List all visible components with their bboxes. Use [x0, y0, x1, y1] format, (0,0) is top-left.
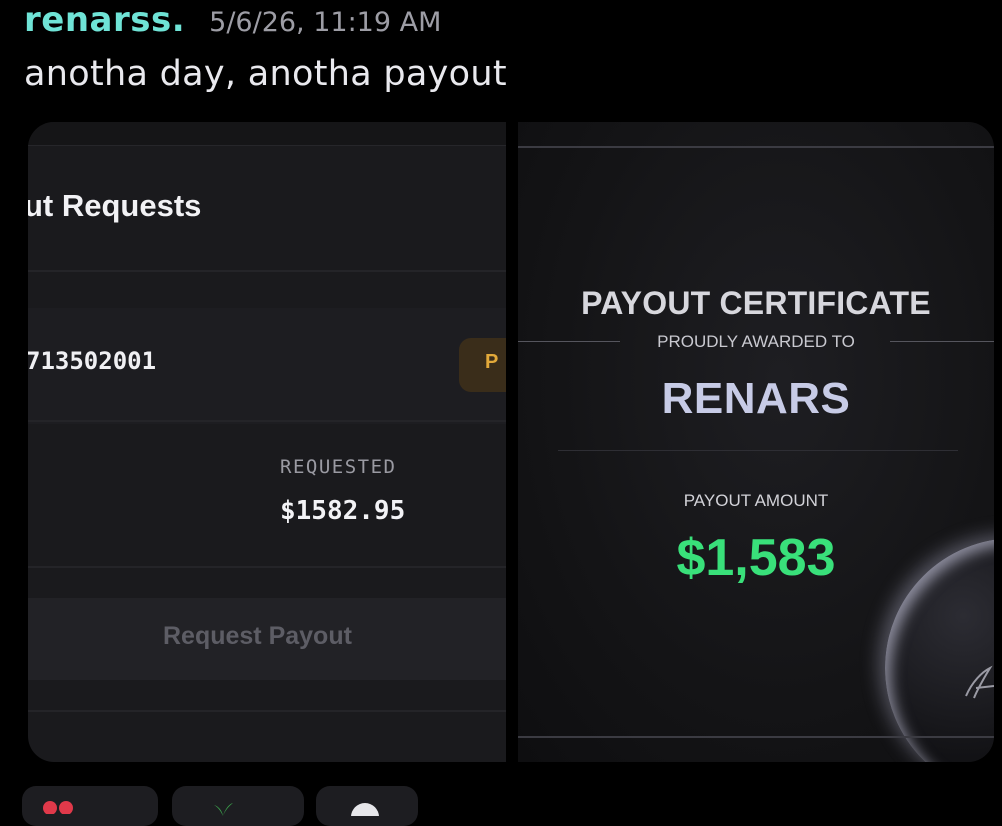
username[interactable]: renarss.	[24, 0, 185, 40]
divider	[28, 420, 506, 422]
add-reaction-icon	[351, 803, 379, 816]
request-payout-button[interactable]: Request Payout	[28, 598, 506, 680]
reaction-plant[interactable]	[172, 786, 304, 826]
page-title: ut Requests	[28, 188, 202, 223]
recipient-name: RENARS	[661, 374, 851, 423]
plant-icon	[214, 803, 233, 816]
divider	[558, 450, 958, 451]
requested-label: REQUESTED	[280, 456, 397, 478]
message-header: renarss. 5/6/26, 11:19 AM	[24, 0, 441, 40]
awarded-label: PROUDLY AWARDED TO	[657, 332, 855, 351]
attachment-payout-certificate[interactable]: PAYOUT CERTIFICATE PROUDLY AWARDED TO RE…	[518, 122, 994, 762]
reaction-heart-eyes[interactable]	[22, 786, 158, 826]
signature-mark	[965, 665, 994, 699]
attachment-payout-requests[interactable]: ut Requests 713502001 P REQUESTED $1582.…	[28, 122, 506, 762]
add-reaction-button[interactable]	[316, 786, 418, 826]
request-payout-label: Request Payout	[163, 622, 352, 650]
cert-top-rule	[518, 146, 994, 148]
status-badge: P	[459, 338, 506, 392]
divider	[28, 566, 506, 568]
requested-amount: $1582.95	[280, 496, 406, 526]
timestamp: 5/6/26, 11:19 AM	[209, 7, 442, 38]
app-top-strip	[28, 122, 506, 146]
chat-message: renarss. 5/6/26, 11:19 AM anotha day, an…	[0, 0, 1002, 826]
certificate-title: PAYOUT CERTIFICATE	[581, 285, 931, 321]
status-badge-label: P	[485, 351, 499, 373]
amount-label: PAYOUT AMOUNT	[683, 491, 829, 510]
divider	[28, 710, 506, 712]
cert-bottom-rule	[518, 736, 994, 738]
message-content: anotha day, anotha payout	[24, 54, 507, 94]
divider	[28, 270, 506, 272]
request-id: 713502001	[28, 347, 157, 375]
